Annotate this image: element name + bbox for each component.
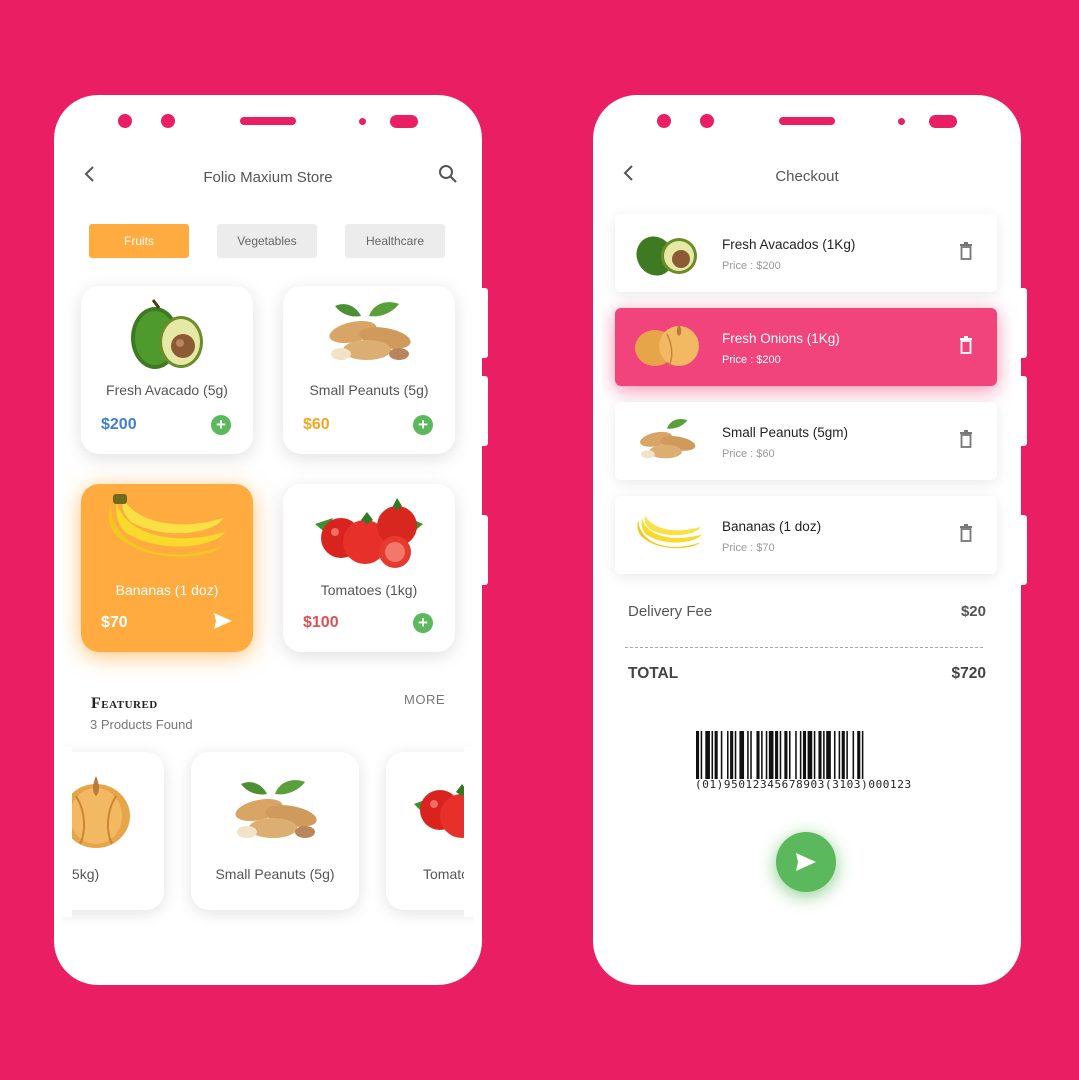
delete-icon[interactable] [959,242,973,260]
product-price: $70 [101,614,128,631]
cart-item-avocado[interactable]: Fresh Avacados (1Kg) Price : $200 [615,214,997,292]
featured-name: Tomato [423,866,469,882]
more-link[interactable]: MORE [404,692,445,707]
dashed-divider [625,647,983,648]
delivery-fee-label: Delivery Fee [628,603,713,620]
speaker-slot [779,117,835,125]
product-price: $200 [101,416,137,433]
featured-card-tomato[interactable]: Tomato [386,752,473,910]
product-name: Fresh Avacado (5g) [106,382,228,398]
featured-name: Small Peanuts (5g) [215,866,335,882]
delete-icon[interactable] [959,336,973,354]
side-button [1021,288,1027,358]
cart-item-name: Bananas (1 doz) [722,519,822,534]
delete-icon[interactable] [959,524,973,542]
carousel-mask [464,747,473,917]
cart-item-price: Price : $70 [722,542,775,554]
sensor-pill [929,115,957,128]
search-icon[interactable] [438,164,458,184]
speaker-slot [240,117,296,125]
side-button [482,288,488,358]
carousel-mask [63,747,72,917]
cart-item-price: Price : $60 [722,448,775,460]
camera-dot [161,114,175,128]
total-value: $720 [951,665,986,682]
featured-heading: Featured [91,695,158,712]
product-price: $60 [303,416,330,433]
onion-image [63,776,130,848]
add-to-cart-button[interactable]: + [413,415,433,435]
total-label: TOTAL [628,665,679,682]
category-tab-healthcare[interactable]: Healthcare [345,224,445,258]
category-tab-vegetables[interactable]: Vegetables [217,224,317,258]
checkout-screen: Checkout Fresh Avacados (1Kg) Price : $2… [602,147,1012,933]
tomato-image [315,498,423,568]
send-icon [796,853,816,871]
avocado-image [131,299,203,369]
onion-image [635,324,699,367]
barcode-number: (01)95012345678903(3103)000123 [695,778,912,791]
camera-dot [118,114,132,128]
product-price: $100 [303,614,339,631]
store-screen: Folio Maxium Store Fruits Vegetables Hea… [63,147,473,933]
cart-item-onions[interactable]: Fresh Onions (1Kg) Price : $200 [615,308,997,386]
category-tab-fruits[interactable]: Fruits [89,224,189,258]
camera-dot [700,114,714,128]
product-name: Tomatoes (1kg) [320,582,418,598]
cart-item-price: Price : $200 [722,354,781,366]
sensor-pill [390,115,418,128]
sensor-dot [898,118,905,125]
peanuts-image [235,780,317,838]
peanuts-image [329,302,411,360]
peanuts-image [640,419,696,459]
featured-count: 3 Products Found [90,717,193,732]
banana-image [637,515,702,549]
product-card-avocado[interactable]: Fresh Avacado (5g) $200 + [81,286,253,454]
product-card-bananas[interactable]: Bananas (1 doz) $70 [81,484,253,652]
camera-dot [657,114,671,128]
cart-item-price: Price : $200 [722,260,781,272]
add-to-cart-button[interactable]: + [211,415,231,435]
sensor-dot [359,118,366,125]
avocado-image [636,236,697,276]
phone-store: Folio Maxium Store Fruits Vegetables Hea… [54,95,482,985]
product-card-tomatoes[interactable]: Tomatoes (1kg) $100 + [283,484,455,652]
side-button [1021,515,1027,585]
cart-item-bananas[interactable]: Bananas (1 doz) Price : $70 [615,496,997,574]
delivery-fee-value: $20 [960,603,986,620]
barcode-image [696,731,864,779]
place-order-button[interactable] [776,832,836,892]
featured-card-onion[interactable]: Onion (5kg) [63,752,164,910]
page-title: Folio Maxium Store [203,169,333,186]
cart-item-name: Fresh Onions (1Kg) [722,331,840,346]
delete-icon[interactable] [959,430,973,448]
cart-item-name: Small Peanuts (5gm) [722,425,849,440]
product-card-peanuts[interactable]: Small Peanuts (5g) $60 + [283,286,455,454]
side-button [482,376,488,446]
cart-item-name: Fresh Avacados (1Kg) [722,237,856,252]
cart-item-peanuts[interactable]: Small Peanuts (5gm) Price : $60 [615,402,997,480]
phone-checkout: Checkout Fresh Avacados (1Kg) Price : $2… [593,95,1021,985]
product-name: Bananas (1 doz) [115,582,219,598]
send-icon[interactable] [213,612,233,630]
featured-card-peanuts[interactable]: Small Peanuts (5g) [191,752,359,910]
side-button [482,515,488,585]
add-to-cart-button[interactable]: + [413,613,433,633]
side-button [1021,376,1027,446]
page-title: Checkout [775,168,839,185]
product-name: Small Peanuts (5g) [309,382,429,398]
banana-image [109,494,225,557]
